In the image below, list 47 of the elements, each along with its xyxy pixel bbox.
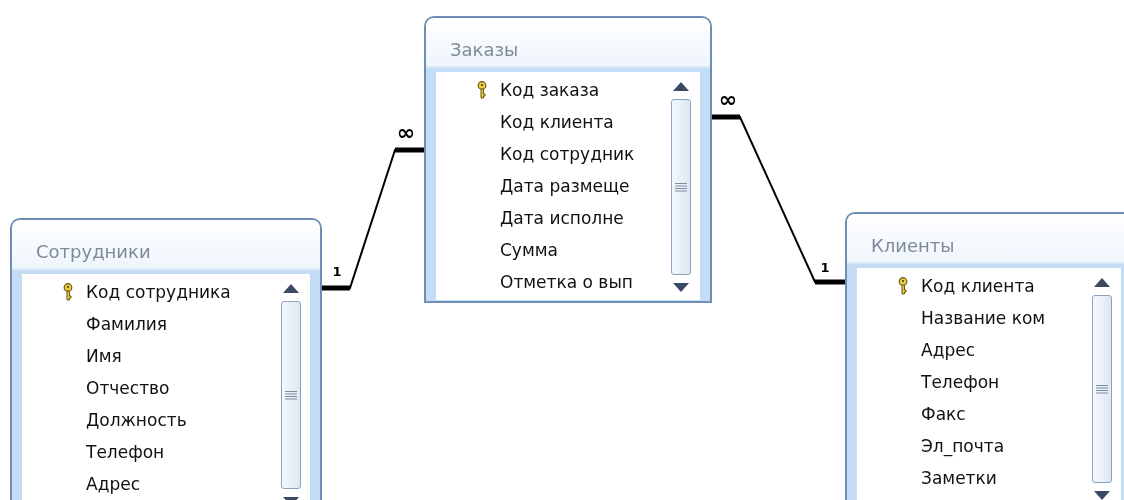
scrollbar-thumb[interactable]	[281, 301, 301, 489]
cardinality-label: 1	[820, 260, 830, 275]
relationship-line[interactable]	[711, 114, 846, 285]
field-name[interactable]: Код заказа	[500, 80, 600, 100]
key-icon	[62, 283, 74, 301]
field-name[interactable]: Должность	[86, 410, 187, 430]
scroll-up-arrow-icon[interactable]	[1094, 278, 1110, 287]
field-name[interactable]: Сумма	[500, 240, 558, 260]
field-name[interactable]: Название ком	[921, 308, 1046, 328]
table-title: Сотрудники	[36, 241, 151, 262]
scrollbar-thumb[interactable]	[671, 99, 691, 275]
field-name[interactable]: Код сотрудника	[86, 282, 231, 302]
relationship-line[interactable]	[321, 147, 425, 291]
field-name[interactable]: Отметка о вып	[500, 272, 633, 292]
cardinality-label: ∞	[396, 120, 416, 145]
grip-icon	[1096, 384, 1108, 394]
field-name[interactable]: Эл_почта	[921, 436, 1005, 456]
field-name[interactable]: Имя	[86, 346, 122, 366]
field-name[interactable]: Телефон	[86, 442, 165, 462]
table-title: Клиенты	[871, 235, 955, 256]
grip-icon	[285, 390, 297, 400]
field-name[interactable]: Отчество	[86, 378, 170, 398]
field-name[interactable]: Код клиента	[500, 112, 614, 132]
scroll-up-arrow-icon[interactable]	[673, 82, 689, 91]
cardinality-label: 1	[332, 264, 342, 279]
field-name[interactable]: Код сотрудник	[500, 144, 635, 164]
field-name[interactable]: Факс	[921, 404, 966, 424]
key-icon	[476, 81, 488, 99]
scroll-down-arrow-icon[interactable]	[1094, 491, 1110, 500]
table-window[interactable]: Сотрудники Код сотрудника Фамилия Имя Отчество Должность Телефон Адрес	[10, 218, 322, 500]
scroll-down-arrow-icon[interactable]	[673, 283, 689, 292]
field-name[interactable]: Дата размеще	[500, 176, 630, 196]
scroll-up-arrow-icon[interactable]	[283, 284, 299, 293]
field-name[interactable]: Адрес	[921, 340, 975, 360]
table-window[interactable]: Клиенты Код клиента Название ком Адрес Телефон Факс Эл_почта Заметки	[845, 212, 1124, 500]
cardinality-label: ∞	[718, 87, 738, 112]
field-name[interactable]: Адрес	[86, 474, 140, 494]
field-name[interactable]: Код клиента	[921, 276, 1035, 296]
grip-icon	[675, 182, 687, 192]
field-name[interactable]: Фамилия	[86, 314, 168, 334]
key-icon	[897, 277, 909, 295]
table-window[interactable]: Заказы Код заказа Код клиента Код сотрудник Дата размеще Дата исполне Сумма Отметка о вып	[424, 16, 712, 303]
field-name[interactable]: Дата исполне	[500, 208, 624, 228]
field-name[interactable]: Заметки	[921, 468, 997, 488]
scrollbar-thumb[interactable]	[1092, 295, 1112, 483]
table-title: Заказы	[450, 39, 519, 60]
field-name[interactable]: Телефон	[921, 372, 1000, 392]
